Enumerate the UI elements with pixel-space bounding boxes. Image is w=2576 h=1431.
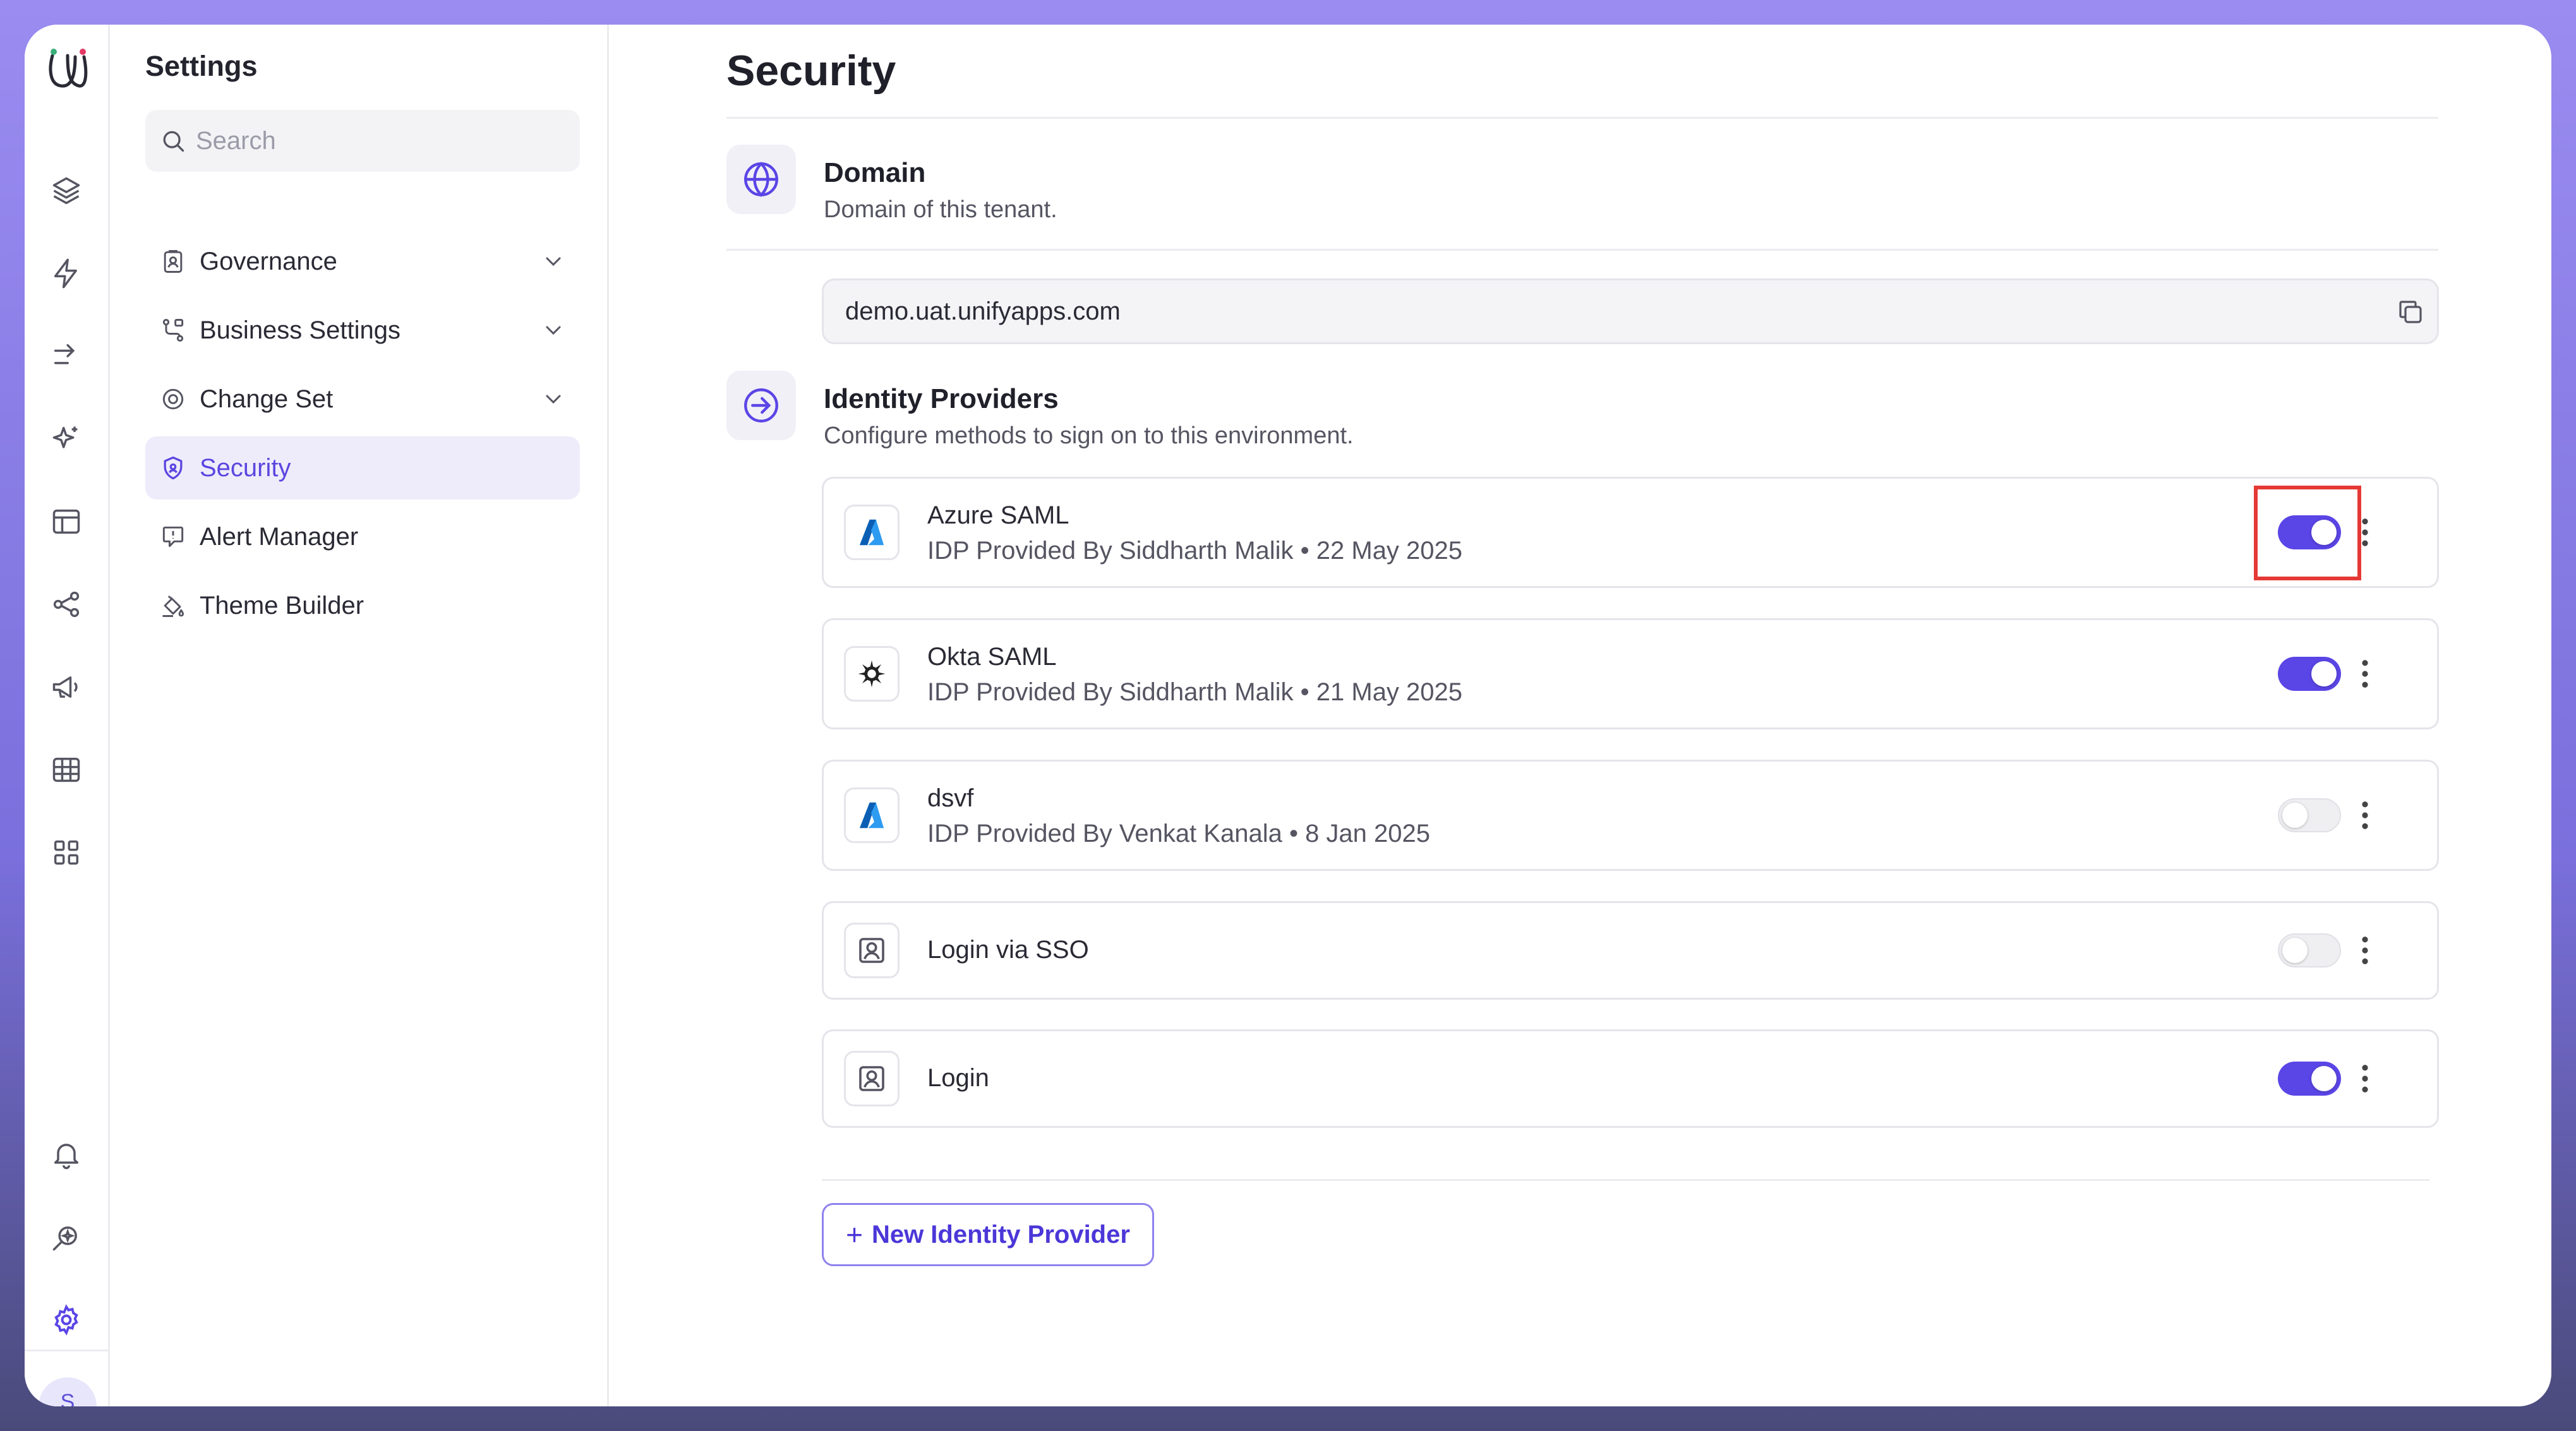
nav-item-governance[interactable]: Governance xyxy=(145,230,580,293)
nav-item-label: Governance xyxy=(200,247,337,275)
title-divider xyxy=(726,117,2438,119)
nav-item-alert-manager[interactable]: Alert Manager xyxy=(145,505,580,568)
nav-item-business-settings[interactable]: Business Settings xyxy=(145,299,580,362)
paint-bucket-icon xyxy=(159,592,187,620)
idp-name: Login via SSO xyxy=(927,936,1089,964)
nav-item-theme-builder[interactable]: Theme Builder xyxy=(145,574,580,637)
toggle-knob xyxy=(2311,1066,2337,1091)
main-content: Security Domain Domain of this tenant. d… xyxy=(609,25,2551,1406)
search-icon xyxy=(163,131,184,152)
idp-toggle[interactable] xyxy=(2278,515,2341,549)
azure-icon xyxy=(844,787,900,843)
nav-item-security[interactable]: Security xyxy=(145,436,580,500)
more-options-icon[interactable] xyxy=(2352,655,2378,693)
chevron-down-icon[interactable] xyxy=(541,249,566,274)
more-options-icon[interactable] xyxy=(2352,1060,2378,1098)
arrow-right-icon[interactable] xyxy=(47,337,86,376)
identity-providers-title: Identity Providers xyxy=(824,383,1059,414)
identity-providers-subtitle: Configure methods to sign on to this env… xyxy=(824,422,1354,449)
toggle-knob xyxy=(2282,938,2308,963)
idp-meta: IDP Provided By Siddharth Malik • 21 May… xyxy=(927,678,1463,706)
idp-card-dsvf[interactable]: dsvf IDP Provided By Venkat Kanala • 8 J… xyxy=(822,760,2439,871)
icon-rail: S xyxy=(25,25,110,1406)
toggle-knob xyxy=(2311,661,2337,686)
toggle-knob xyxy=(2282,803,2308,828)
okta-icon xyxy=(844,646,900,702)
azure-icon xyxy=(844,505,900,560)
nav-item-label: Business Settings xyxy=(200,316,400,344)
avatar-initial: S xyxy=(60,1390,75,1406)
nav-item-change-set[interactable]: Change Set xyxy=(145,368,580,431)
chevron-down-icon[interactable] xyxy=(541,318,566,343)
workflow-icon xyxy=(159,316,187,344)
chevron-down-icon[interactable] xyxy=(541,386,566,412)
nav-item-label: Theme Builder xyxy=(200,591,364,620)
idp-toggle[interactable] xyxy=(2278,1062,2341,1096)
nav-item-label: Change Set xyxy=(200,385,334,413)
new-identity-provider-label: New Identity Provider xyxy=(871,1220,1130,1248)
domain-field[interactable]: demo.uat.unifyapps.com xyxy=(822,278,2439,344)
gear-icon[interactable] xyxy=(47,1300,86,1339)
more-options-icon[interactable] xyxy=(2352,513,2378,551)
avatar[interactable]: S xyxy=(39,1377,97,1406)
idp-card-okta-saml[interactable]: Okta SAML IDP Provided By Siddharth Mali… xyxy=(822,618,2439,729)
bolt-icon[interactable] xyxy=(47,254,86,293)
app-logo[interactable] xyxy=(40,44,95,100)
user-portrait-icon xyxy=(844,923,900,978)
idp-toggle[interactable] xyxy=(2278,933,2341,967)
domain-value: demo.uat.unifyapps.com xyxy=(845,297,1121,325)
clipboard-user-icon xyxy=(159,248,187,275)
new-identity-provider-button[interactable]: + New Identity Provider xyxy=(822,1203,1154,1266)
idp-name: Login xyxy=(927,1064,989,1092)
table-icon[interactable] xyxy=(47,750,86,789)
shield-icon xyxy=(159,454,187,482)
idp-toggle[interactable] xyxy=(2278,657,2341,691)
app-window: S Settings Governance Business Settings xyxy=(25,25,2551,1406)
layers-icon[interactable] xyxy=(47,171,86,210)
bell-icon[interactable] xyxy=(47,1135,86,1174)
page-title: Security xyxy=(726,47,896,95)
sparkles-icon[interactable] xyxy=(47,419,86,458)
settings-panel: Settings Governance Business Settings Ch… xyxy=(110,25,609,1406)
idp-name: Azure SAML xyxy=(927,501,1069,529)
copy-icon[interactable] xyxy=(2395,297,2426,327)
megaphone-icon[interactable] xyxy=(47,668,86,707)
plus-icon: + xyxy=(846,1218,863,1251)
nav-item-label: Security xyxy=(200,453,291,482)
layout-icon[interactable] xyxy=(47,502,86,541)
nav-item-label: Alert Manager xyxy=(200,522,359,551)
rail-divider xyxy=(25,1350,110,1351)
more-options-icon[interactable] xyxy=(2352,931,2378,969)
idp-card-login[interactable]: Login xyxy=(822,1029,2439,1128)
idp-meta: IDP Provided By Venkat Kanala • 8 Jan 20… xyxy=(927,820,1431,847)
idp-card-login-via-sso[interactable]: Login via SSO xyxy=(822,901,2439,1000)
sign-in-icon xyxy=(726,371,796,440)
search-box[interactable] xyxy=(145,110,580,172)
grid-icon[interactable] xyxy=(47,833,86,872)
toggle-knob xyxy=(2311,520,2337,545)
share-nodes-icon[interactable] xyxy=(47,585,86,624)
idp-name: Okta SAML xyxy=(927,643,1057,671)
user-portrait-icon xyxy=(844,1051,900,1106)
domain-subtitle: Domain of this tenant. xyxy=(824,196,1057,223)
list-divider xyxy=(822,1179,2429,1181)
search-input[interactable] xyxy=(196,126,550,155)
more-options-icon[interactable] xyxy=(2352,796,2378,834)
globe-icon xyxy=(726,145,796,214)
idp-card-azure-saml[interactable]: Azure SAML IDP Provided By Siddharth Mal… xyxy=(822,477,2439,588)
idp-meta: IDP Provided By Siddharth Malik • 22 May… xyxy=(927,537,1463,565)
domain-divider xyxy=(726,249,2438,251)
domain-title: Domain xyxy=(824,157,926,188)
target-icon xyxy=(159,385,187,413)
alert-message-icon xyxy=(159,523,187,551)
settings-title: Settings xyxy=(145,50,258,82)
search-sparkle-icon[interactable] xyxy=(47,1218,86,1257)
idp-name: dsvf xyxy=(927,784,974,812)
idp-toggle[interactable] xyxy=(2278,798,2341,832)
